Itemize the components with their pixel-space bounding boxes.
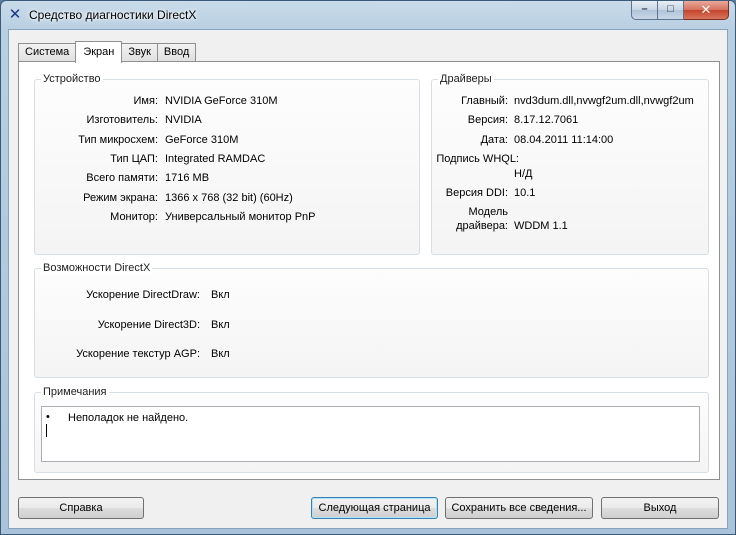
minimize-button[interactable]: – — [631, 1, 658, 20]
maximize-button[interactable]: □ — [658, 1, 684, 20]
notes-group-title: Примечания — [41, 386, 109, 399]
direct3d-label: Ускорение Direct3D: — [97, 319, 200, 331]
device-row: Имя: NVIDIA GeForce 310M — [35, 94, 419, 108]
manufacturer-value: NVIDIA — [165, 114, 202, 126]
text-caret — [46, 424, 47, 437]
caption-buttons: – □ ✕ — [631, 1, 729, 21]
dxdiag-window: ✕ Средство диагностики DirectX – □ ✕ Сис… — [0, 0, 736, 535]
main-driver-label: Главный: — [461, 95, 508, 107]
tab-input[interactable]: Ввод — [156, 43, 197, 62]
driver-row: Модель — [432, 205, 708, 219]
display-mode-label: Режим экрана: — [83, 192, 158, 204]
dac-type-value: Integrated RAMDAC — [165, 153, 266, 165]
dac-type-label: Тип ЦАП: — [110, 153, 158, 165]
driver-model-value: WDDM 1.1 — [514, 220, 568, 232]
drivers-group: Драйверы Главный: nvd3dum.dll,nvwgf2um.d… — [431, 73, 709, 255]
next-page-button[interactable]: Следующая страница — [311, 497, 438, 519]
monitor-label: Монитор: — [110, 211, 158, 223]
tab-strip: Система Экран Звук Ввод — [18, 41, 197, 63]
close-button[interactable]: ✕ — [684, 1, 729, 20]
tab-display[interactable]: Экран — [75, 41, 123, 63]
ddi-version-label: Версия DDI: — [445, 187, 508, 199]
directdraw-value: Вкл — [211, 289, 230, 301]
drivers-group-title: Драйверы — [438, 73, 494, 86]
driver-model-label-line2: драйвера: — [456, 220, 508, 232]
save-all-info-button[interactable]: Сохранить все сведения... — [445, 497, 593, 519]
chip-type-value: GeForce 310M — [165, 134, 239, 146]
driver-row: Н/Д — [432, 167, 708, 181]
manufacturer-label: Изготовитель: — [86, 114, 159, 126]
driver-row: Версия: 8.17.12.7061 — [432, 113, 708, 127]
device-row: Режим экрана: 1366 x 768 (32 bit) (60Hz) — [35, 191, 419, 205]
agp-texture-value: Вкл — [211, 348, 230, 360]
device-row: Монитор: Универсальный монитор PnP — [35, 210, 419, 224]
note-text: Неполадок не найдено. — [68, 412, 189, 424]
total-memory-value: 1716 MB — [165, 172, 210, 184]
feature-row: Ускорение DirectDraw: Вкл — [35, 288, 708, 302]
whql-value: Н/Д — [514, 168, 533, 180]
direct3d-value: Вкл — [211, 319, 230, 331]
exit-button[interactable]: Выход — [601, 497, 719, 519]
feature-row: Ускорение Direct3D: Вкл — [35, 318, 708, 332]
driver-row: Подпись WHQL: — [432, 152, 708, 166]
window-title: Средство диагностики DirectX — [29, 8, 197, 22]
driver-model-label-line1: Модель — [468, 206, 508, 218]
notes-textbox[interactable]: • Неполадок не найдено. — [41, 406, 700, 462]
driver-date-label: Дата: — [480, 134, 508, 146]
driver-version-label: Версия: — [467, 114, 508, 126]
driver-row: Дата: 08.04.2011 11:14:00 — [432, 133, 708, 147]
device-row: Тип микросхем: GeForce 310M — [35, 133, 419, 147]
directx-x-icon: ✕ — [8, 6, 22, 23]
device-row: Всего памяти: 1716 MB — [35, 171, 419, 185]
feature-row: Ускорение текстур AGP: Вкл — [35, 347, 708, 361]
tab-system[interactable]: Система — [18, 43, 77, 62]
device-name-label: Имя: — [133, 95, 158, 107]
directx-features-group: Возможности DirectX Ускорение DirectDraw… — [34, 262, 709, 378]
device-group: Устройство Имя: NVIDIA GeForce 310M Изго… — [34, 73, 420, 255]
device-group-title: Устройство — [41, 73, 103, 86]
agp-texture-label: Ускорение текстур AGP: — [76, 348, 200, 360]
chip-type-label: Тип микросхем: — [78, 134, 158, 146]
title-bar[interactable]: ✕ Средство диагностики DirectX – □ ✕ — [1, 1, 735, 29]
display-mode-value: 1366 x 768 (32 bit) (60Hz) — [165, 192, 293, 204]
ddi-version-value: 10.1 — [514, 187, 536, 199]
main-driver-value: nvd3dum.dll,nvwgf2um.dll,nvwgf2um — [514, 95, 694, 107]
close-icon: ✕ — [700, 2, 712, 17]
help-button[interactable]: Справка — [18, 497, 144, 519]
maximize-icon: □ — [667, 3, 674, 15]
driver-row: Главный: nvd3dum.dll,nvwgf2um.dll,nvwgf2… — [432, 94, 708, 108]
driver-version-value: 8.17.12.7061 — [514, 114, 579, 126]
note-bullet: • — [46, 411, 50, 423]
features-group-title: Возможности DirectX — [41, 262, 153, 275]
minimize-icon: – — [641, 3, 648, 15]
client-area: Система Экран Звук Ввод Устройство Имя: … — [8, 29, 728, 529]
driver-row: драйвера: WDDM 1.1 — [432, 219, 708, 233]
total-memory-label: Всего памяти: — [86, 172, 158, 184]
device-row: Изготовитель: NVIDIA — [35, 113, 419, 127]
driver-date-value: 08.04.2011 11:14:00 — [514, 134, 614, 146]
notes-group: Примечания • Неполадок не найдено. — [34, 386, 709, 473]
directdraw-label: Ускорение DirectDraw: — [86, 289, 200, 301]
whql-label: Подпись WHQL: — [436, 153, 519, 165]
device-name-value: NVIDIA GeForce 310M — [165, 95, 278, 107]
device-row: Тип ЦАП: Integrated RAMDAC — [35, 152, 419, 166]
display-tab-panel: Устройство Имя: NVIDIA GeForce 310M Изго… — [18, 61, 720, 480]
monitor-value: Универсальный монитор PnP — [165, 211, 316, 223]
driver-row: Версия DDI: 10.1 — [432, 186, 708, 200]
tab-sound[interactable]: Звук — [121, 43, 158, 62]
